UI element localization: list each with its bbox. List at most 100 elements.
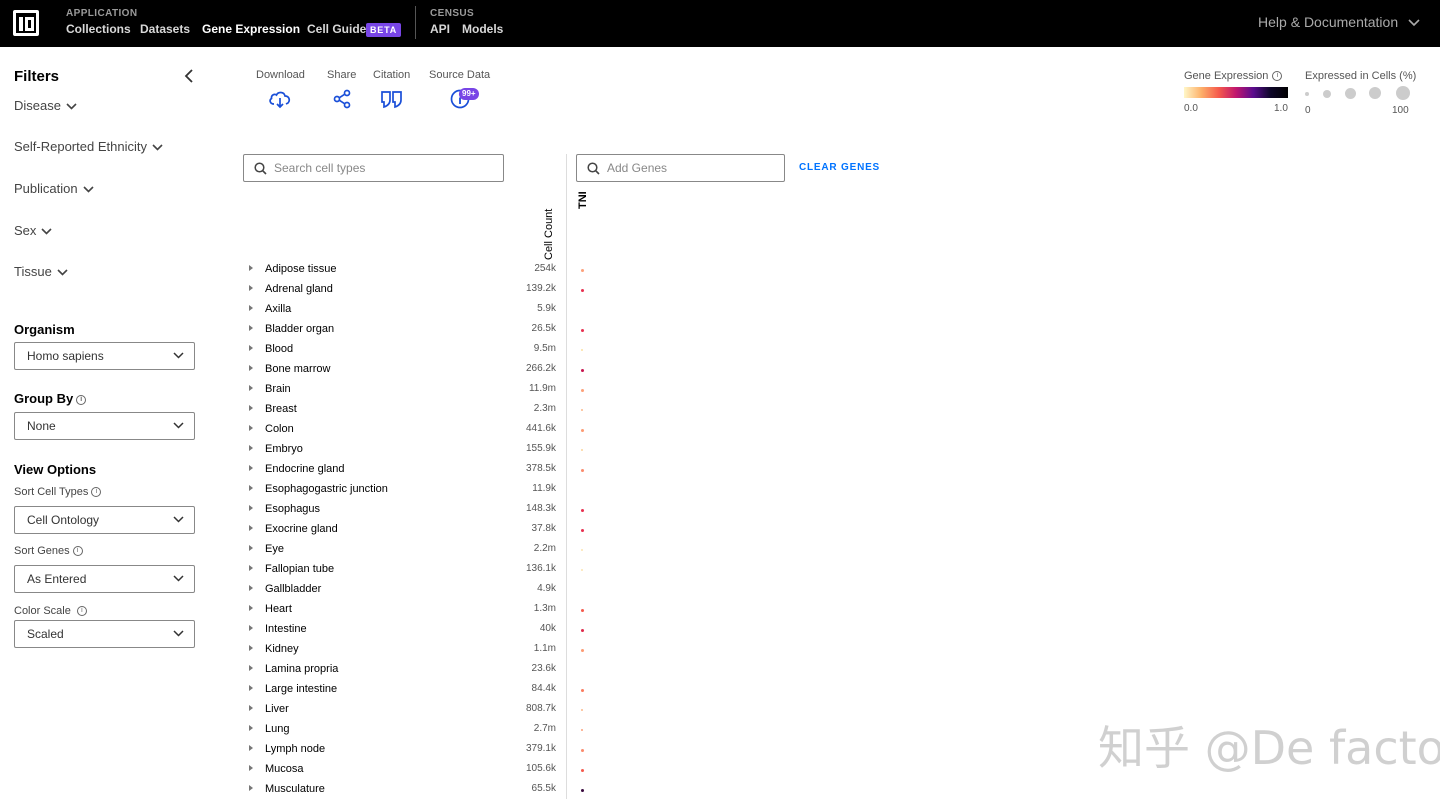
tissue-name[interactable]: Bone marrow: [265, 363, 330, 375]
facet-publication[interactable]: Publication: [14, 181, 94, 196]
expression-dot[interactable]: [580, 608, 584, 612]
tissue-row[interactable]: Esophagogastric junction 11.9k: [247, 480, 587, 500]
logo-icon[interactable]: [13, 10, 39, 36]
tissue-row[interactable]: Endocrine gland 378.5k: [247, 460, 587, 480]
expand-caret-icon[interactable]: [249, 645, 253, 651]
nav-datasets[interactable]: Datasets: [140, 22, 190, 36]
tissue-name[interactable]: Axilla: [265, 303, 291, 315]
tissue-name[interactable]: Exocrine gland: [265, 523, 338, 535]
tissue-name[interactable]: Breast: [265, 403, 297, 415]
nav-api[interactable]: API: [430, 22, 450, 36]
color-scale-select[interactable]: Scaled: [14, 620, 195, 648]
gene-column-header[interactable]: TNI: [577, 191, 589, 209]
expand-caret-icon[interactable]: [249, 425, 253, 431]
tissue-row[interactable]: Brain 11.9m: [247, 380, 587, 400]
expression-dot[interactable]: [580, 428, 584, 432]
expression-dot[interactable]: [580, 688, 584, 692]
tissue-name[interactable]: Liver: [265, 703, 289, 715]
tissue-row[interactable]: Kidney 1.1m: [247, 640, 587, 660]
expand-caret-icon[interactable]: [249, 605, 253, 611]
tissue-row[interactable]: Adipose tissue 254k: [247, 260, 587, 280]
expression-dot[interactable]: [581, 549, 583, 551]
nav-collections[interactable]: Collections: [66, 22, 131, 36]
download-button[interactable]: Download: [256, 69, 305, 109]
expand-caret-icon[interactable]: [249, 345, 253, 351]
gene-search-input[interactable]: [607, 160, 774, 176]
tissue-row[interactable]: Esophagus 148.3k: [247, 500, 587, 520]
expression-dot[interactable]: [581, 729, 583, 731]
tissue-row[interactable]: Breast 2.3m: [247, 400, 587, 420]
expression-dot[interactable]: [580, 648, 584, 652]
expand-caret-icon[interactable]: [249, 465, 253, 471]
tissue-row[interactable]: Lung 2.7m: [247, 720, 587, 740]
citation-button[interactable]: Citation: [373, 69, 410, 109]
expand-caret-icon[interactable]: [249, 545, 253, 551]
expression-dot[interactable]: [580, 468, 584, 472]
tissue-name[interactable]: Mucosa: [265, 763, 304, 775]
tissue-row[interactable]: Eye 2.2m: [247, 540, 587, 560]
expression-dot[interactable]: [580, 268, 584, 272]
info-icon[interactable]: i: [76, 606, 87, 617]
facet-sex[interactable]: Sex: [14, 223, 52, 238]
expression-dot[interactable]: [580, 528, 584, 532]
info-icon[interactable]: i: [1272, 71, 1283, 82]
expression-dot[interactable]: [580, 288, 584, 292]
tissue-name[interactable]: Lamina propria: [265, 663, 338, 675]
tissue-row[interactable]: Exocrine gland 37.8k: [247, 520, 587, 540]
sort-genes-select[interactable]: As Entered: [14, 565, 195, 593]
tissue-name[interactable]: Musculature: [265, 783, 325, 795]
tissue-row[interactable]: Liver 808.7k: [247, 700, 587, 720]
expand-caret-icon[interactable]: [249, 685, 253, 691]
expand-caret-icon[interactable]: [249, 765, 253, 771]
expand-caret-icon[interactable]: [249, 745, 253, 751]
facet-self-reported-ethnicity[interactable]: Self-Reported Ethnicity: [14, 139, 163, 154]
expand-caret-icon[interactable]: [249, 365, 253, 371]
tissue-row[interactable]: Bladder organ 26.5k: [247, 320, 587, 340]
tissue-name[interactable]: Colon: [265, 423, 294, 435]
tissue-row[interactable]: Colon 441.6k: [247, 420, 587, 440]
info-icon[interactable]: i: [76, 394, 87, 405]
info-icon[interactable]: i: [72, 546, 83, 557]
help-documentation-menu[interactable]: Help & Documentation: [1258, 14, 1420, 30]
expand-caret-icon[interactable]: [249, 485, 253, 491]
cell-type-search-input[interactable]: [274, 160, 493, 176]
facet-disease[interactable]: Disease: [14, 98, 77, 113]
tissue-row[interactable]: Gallbladder 4.9k: [247, 580, 587, 600]
facet-tissue[interactable]: Tissue: [14, 264, 68, 279]
expression-dot[interactable]: [580, 508, 584, 512]
share-button[interactable]: Share: [327, 69, 356, 109]
expand-caret-icon[interactable]: [249, 725, 253, 731]
expression-dot[interactable]: [581, 349, 583, 351]
tissue-row[interactable]: Musculature 65.5k: [247, 780, 587, 800]
expression-dot[interactable]: [580, 768, 584, 772]
tissue-name[interactable]: Embryo: [265, 443, 303, 455]
expand-caret-icon[interactable]: [249, 265, 253, 271]
expand-caret-icon[interactable]: [249, 325, 253, 331]
tissue-row[interactable]: Embryo 155.9k: [247, 440, 587, 460]
tissue-name[interactable]: Fallopian tube: [265, 563, 334, 575]
expand-caret-icon[interactable]: [249, 405, 253, 411]
nav-cell-guide[interactable]: Cell Guide: [307, 22, 366, 36]
expand-caret-icon[interactable]: [249, 505, 253, 511]
tissue-row[interactable]: Axilla 5.9k: [247, 300, 587, 320]
expand-caret-icon[interactable]: [249, 305, 253, 311]
tissue-name[interactable]: Lung: [265, 723, 289, 735]
tissue-name[interactable]: Large intestine: [265, 683, 337, 695]
expression-dot[interactable]: [580, 788, 584, 792]
tissue-row[interactable]: Lamina propria 23.6k: [247, 660, 587, 680]
tissue-row[interactable]: Intestine 40k: [247, 620, 587, 640]
expression-dot[interactable]: [580, 628, 584, 632]
organism-select[interactable]: Homo sapiens: [14, 342, 195, 370]
gene-search[interactable]: [576, 154, 785, 182]
expression-dot[interactable]: [581, 449, 583, 451]
tissue-row[interactable]: Fallopian tube 136.1k: [247, 560, 587, 580]
expand-caret-icon[interactable]: [249, 565, 253, 571]
tissue-name[interactable]: Endocrine gland: [265, 463, 345, 475]
expand-caret-icon[interactable]: [249, 445, 253, 451]
group-by-select[interactable]: None: [14, 412, 195, 440]
expand-caret-icon[interactable]: [249, 625, 253, 631]
expand-caret-icon[interactable]: [249, 525, 253, 531]
nav-gene-expression[interactable]: Gene Expression: [202, 22, 300, 36]
collapse-sidebar-icon[interactable]: [182, 69, 196, 83]
tissue-name[interactable]: Lymph node: [265, 743, 325, 755]
